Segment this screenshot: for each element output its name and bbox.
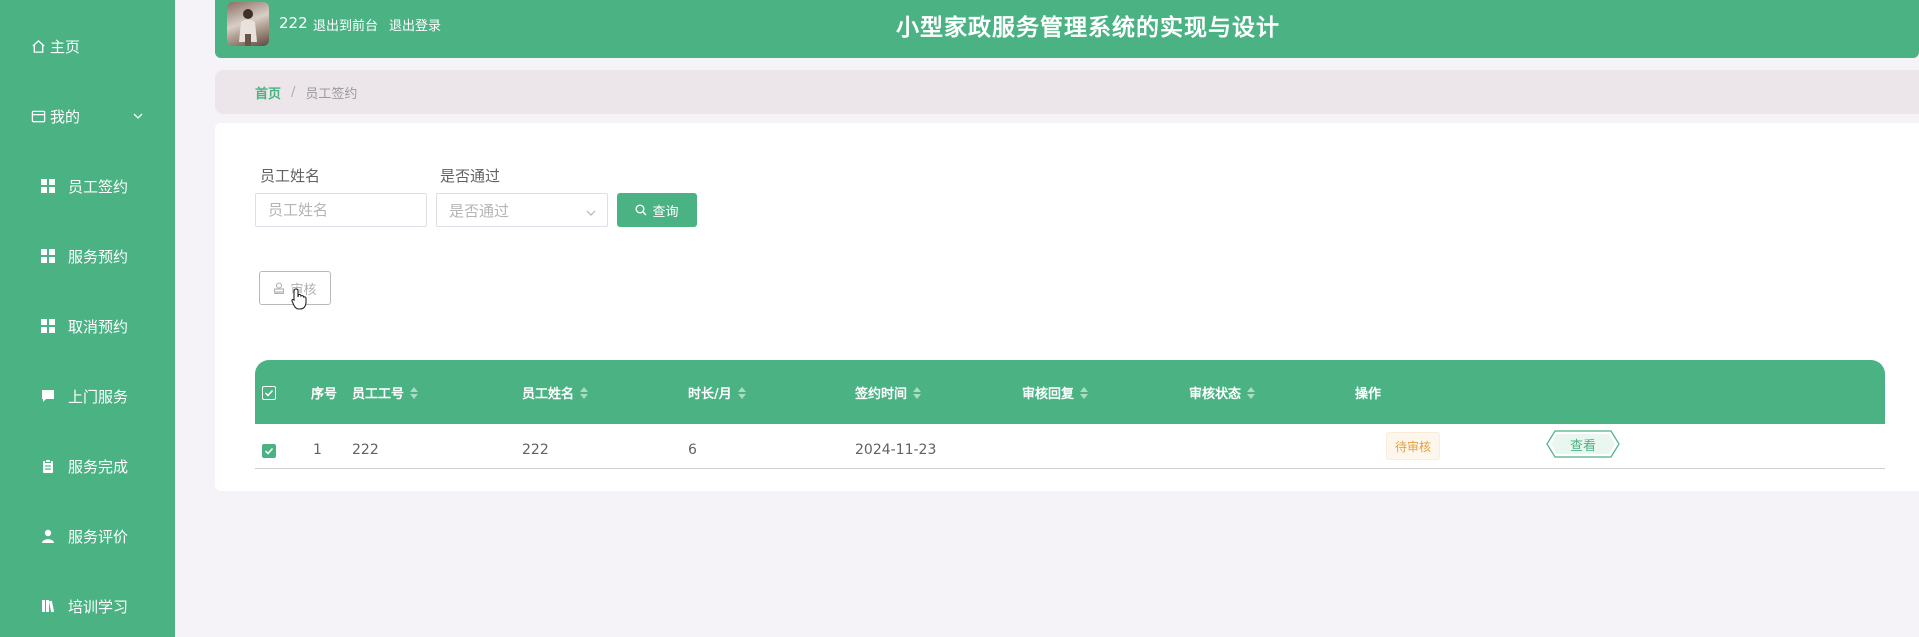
column-sign-time[interactable]: 签约时间 bbox=[855, 383, 922, 402]
sidebar-item-service-review[interactable]: 服务评价 bbox=[0, 516, 175, 556]
sidebar-item-label: 服务评价 bbox=[68, 527, 129, 546]
sidebar-item-label: 我的 bbox=[50, 107, 81, 126]
cell-employee-id: 222 bbox=[352, 442, 379, 458]
back-to-front-link[interactable]: 退出到前台 bbox=[313, 15, 378, 34]
grid-icon bbox=[40, 248, 56, 264]
column-operations: 操作 bbox=[1355, 387, 1382, 402]
column-audit-status[interactable]: 审核状态 bbox=[1189, 383, 1256, 402]
view-button[interactable]: 查看 bbox=[1545, 429, 1621, 459]
sign-table: 序号 员工工号 员工姓名 时长/月 签约时间 审核回复 审核状态 操作 1 22… bbox=[255, 360, 1885, 469]
cell-sign-time: 2024-11-23 bbox=[855, 442, 937, 458]
employee-name-input[interactable] bbox=[268, 201, 426, 219]
select-all-checkbox[interactable] bbox=[262, 386, 276, 400]
cell-duration: 6 bbox=[688, 442, 697, 458]
sidebar-item-label: 服务完成 bbox=[68, 457, 129, 476]
chevron-down-icon bbox=[132, 108, 144, 126]
row-checkbox[interactable] bbox=[262, 444, 276, 458]
calendar-icon bbox=[30, 108, 46, 124]
view-button-label: 查看 bbox=[1569, 438, 1596, 454]
sort-icon bbox=[913, 386, 922, 399]
sort-icon bbox=[580, 386, 589, 399]
query-button-label: 查询 bbox=[652, 204, 679, 220]
search-icon bbox=[635, 204, 647, 216]
cell-employee-name: 222 bbox=[522, 442, 549, 458]
sidebar-item-training[interactable]: 培训学习 bbox=[0, 586, 175, 626]
pass-status-select[interactable]: 是否通过 bbox=[436, 193, 608, 227]
cell-index: 1 bbox=[313, 442, 322, 458]
column-employee-id[interactable]: 员工工号 bbox=[352, 383, 419, 402]
sort-icon bbox=[1080, 386, 1089, 399]
grid-icon bbox=[40, 318, 56, 334]
content-panel: 员工姓名 是否通过 是否通过 查询 审核 序号 员工工号 员工姓名 bbox=[215, 123, 1919, 491]
breadcrumb: 首页 / 员工签约 bbox=[215, 70, 1919, 114]
employee-name-field[interactable] bbox=[255, 193, 427, 227]
sidebar-item-home[interactable]: 主页 bbox=[0, 26, 175, 66]
column-employee-name[interactable]: 员工姓名 bbox=[522, 383, 589, 402]
sort-icon bbox=[1247, 386, 1256, 399]
hand-pointer-icon bbox=[291, 288, 309, 314]
sort-icon bbox=[410, 386, 419, 399]
breadcrumb-home[interactable]: 首页 bbox=[255, 83, 281, 102]
grid-icon bbox=[40, 178, 56, 194]
avatar[interactable] bbox=[227, 2, 269, 46]
column-duration[interactable]: 时长/月 bbox=[688, 383, 746, 402]
sidebar-item-label: 员工签约 bbox=[68, 177, 129, 196]
top-header: 222 退出到前台 退出登录 小型家政服务管理系统的实现与设计 bbox=[215, 0, 1919, 58]
sidebar-item-label: 服务预约 bbox=[68, 247, 129, 266]
sidebar: 主页 我的 员工签约 服务预约 取消预约 上门服务 服务完成 服务评价 培训学习 bbox=[0, 0, 175, 637]
sidebar-item-employee-sign[interactable]: 员工签约 bbox=[0, 166, 175, 206]
chat-icon bbox=[40, 388, 56, 404]
sidebar-item-label: 培训学习 bbox=[68, 597, 129, 616]
chevron-down-icon bbox=[585, 205, 597, 223]
breadcrumb-current: 员工签约 bbox=[305, 86, 358, 102]
stamp-icon bbox=[273, 282, 285, 294]
clipboard-icon bbox=[40, 458, 56, 474]
sidebar-item-service-done[interactable]: 服务完成 bbox=[0, 446, 175, 486]
query-button[interactable]: 查询 bbox=[617, 193, 697, 227]
status-badge: 待审核 bbox=[1386, 432, 1441, 460]
sidebar-item-label: 主页 bbox=[50, 37, 81, 56]
logout-link[interactable]: 退出登录 bbox=[389, 15, 441, 34]
pass-status-label: 是否通过 bbox=[440, 167, 501, 185]
column-index: 序号 bbox=[311, 387, 338, 402]
breadcrumb-separator: / bbox=[291, 84, 296, 100]
pass-status-placeholder: 是否通过 bbox=[449, 201, 510, 220]
sidebar-item-home-service[interactable]: 上门服务 bbox=[0, 376, 175, 416]
column-audit-reply[interactable]: 审核回复 bbox=[1022, 383, 1089, 402]
page-title: 小型家政服务管理系统的实现与设计 bbox=[896, 15, 1280, 41]
employee-name-label: 员工姓名 bbox=[260, 167, 321, 185]
user-icon bbox=[40, 528, 56, 544]
table-header: 序号 员工工号 员工姓名 时长/月 签约时间 审核回复 审核状态 操作 bbox=[255, 360, 1885, 424]
home-icon bbox=[30, 38, 46, 54]
sidebar-item-label: 取消预约 bbox=[68, 317, 129, 336]
book-icon bbox=[40, 598, 56, 614]
sidebar-item-service-booking[interactable]: 服务预约 bbox=[0, 236, 175, 276]
sort-icon bbox=[737, 386, 746, 399]
sidebar-item-mine[interactable]: 我的 bbox=[0, 96, 175, 136]
sidebar-item-label: 上门服务 bbox=[68, 387, 129, 406]
sidebar-item-cancel-booking[interactable]: 取消预约 bbox=[0, 306, 175, 346]
user-name: 222 bbox=[279, 14, 308, 32]
